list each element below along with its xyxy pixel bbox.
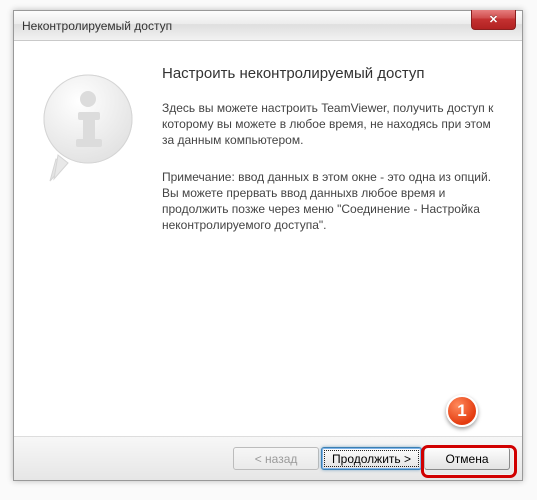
- callout-number: 1: [457, 401, 466, 421]
- icon-column: [22, 59, 162, 436]
- annotation-callout-1: 1: [446, 395, 478, 427]
- text-column: Настроить неконтролируемый доступ Здесь …: [162, 59, 498, 436]
- info-icon: [28, 67, 148, 187]
- paragraph-2: Примечание: ввод данных в этом окне - эт…: [162, 169, 498, 234]
- content-area: Настроить неконтролируемый доступ Здесь …: [14, 41, 522, 436]
- page-heading: Настроить неконтролируемый доступ: [162, 65, 498, 82]
- close-icon: ✕: [489, 13, 498, 26]
- button-bar: < назад Продолжить > Отмена: [14, 436, 522, 480]
- window-title: Неконтролируемый доступ: [22, 19, 172, 33]
- close-button[interactable]: ✕: [471, 10, 516, 30]
- continue-button[interactable]: Продолжить >: [321, 447, 422, 470]
- back-button: < назад: [233, 447, 319, 470]
- titlebar: Неконтролируемый доступ ✕: [14, 11, 522, 41]
- cancel-button[interactable]: Отмена: [424, 447, 510, 470]
- paragraph-1: Здесь вы можете настроить TeamViewer, по…: [162, 100, 498, 149]
